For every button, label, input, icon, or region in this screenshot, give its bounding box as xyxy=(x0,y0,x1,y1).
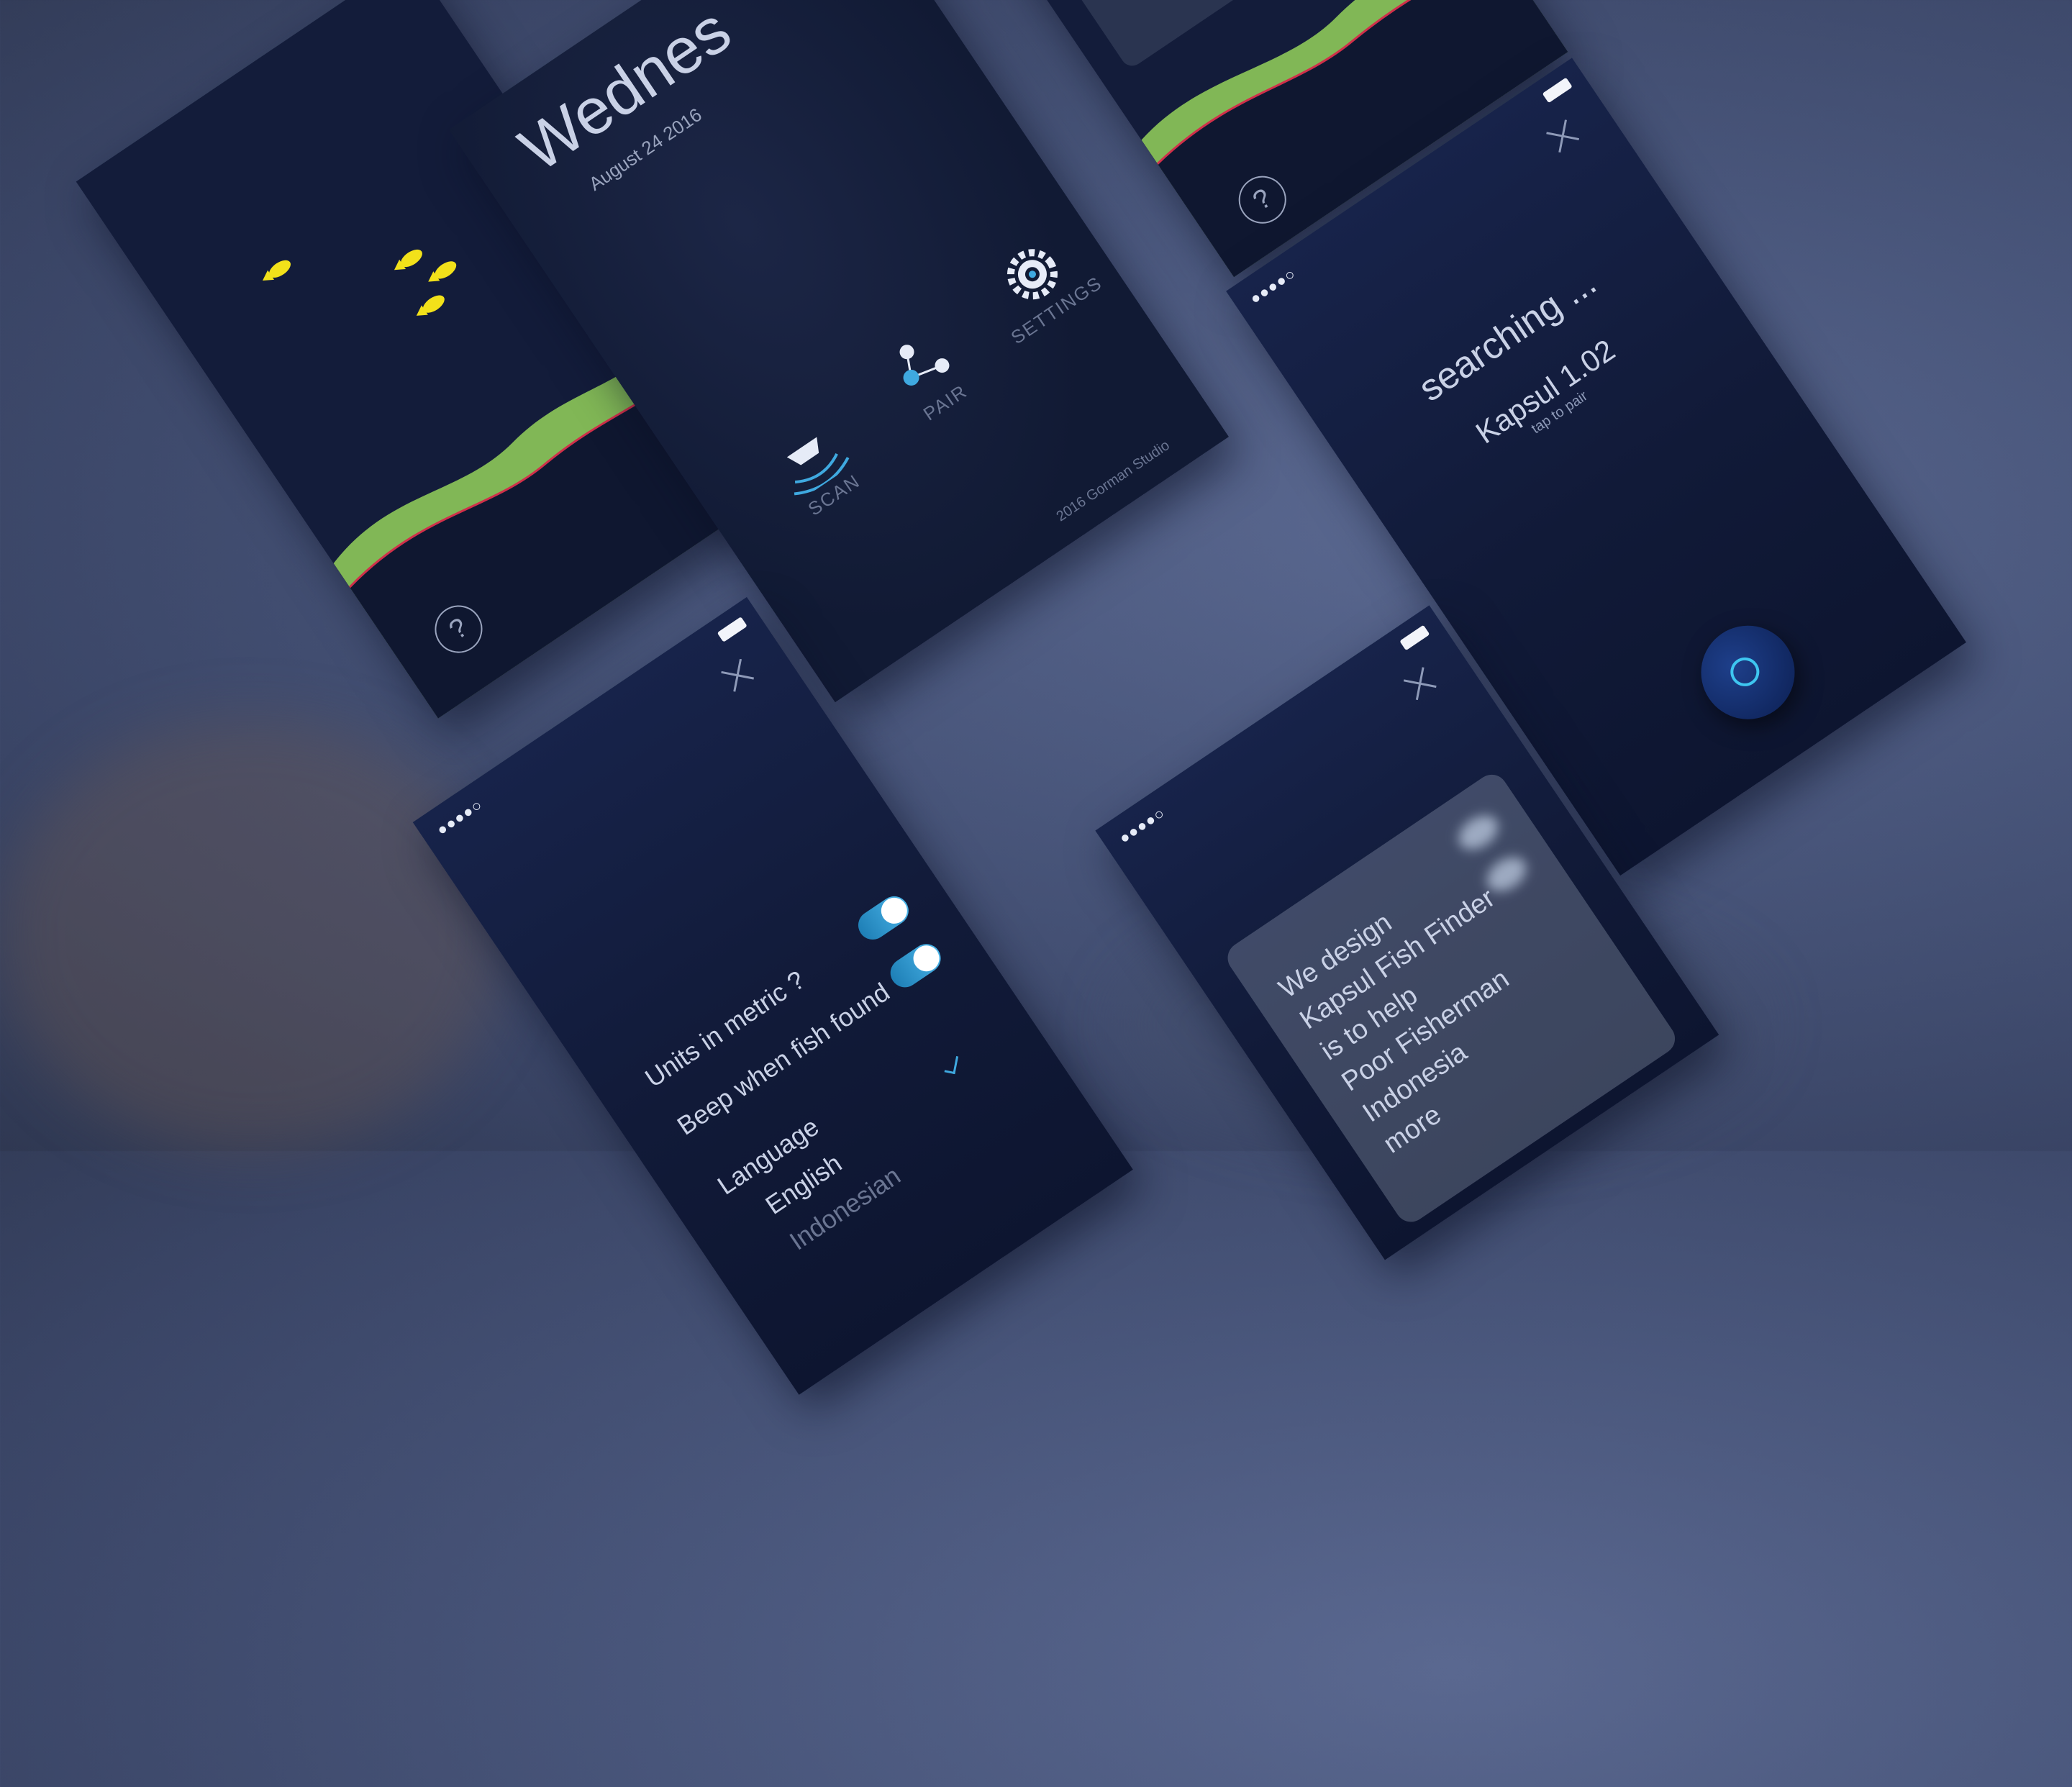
settings-button[interactable]: SETTINGS xyxy=(963,214,1117,356)
scan-button[interactable]: SCAN xyxy=(746,403,889,537)
scan-fab[interactable] xyxy=(1683,607,1813,737)
ring-icon xyxy=(1725,652,1766,692)
close-icon[interactable] xyxy=(1397,660,1443,706)
check-icon xyxy=(944,1054,959,1075)
mockup-stage: ? Wednes August 24 2016 SCAN PAIR SETTIN… xyxy=(0,0,2072,1632)
status-signal: ●●●●○ xyxy=(1246,264,1299,309)
metric-toggle[interactable] xyxy=(853,891,914,945)
blur-dot xyxy=(1452,808,1504,857)
beep-toggle[interactable] xyxy=(884,938,947,993)
close-icon[interactable] xyxy=(1540,113,1586,159)
battery-icon xyxy=(1542,77,1573,104)
battery-icon xyxy=(717,617,748,642)
settings-screen: ●●●●○ Units in metric ? Beep when fish f… xyxy=(412,596,1133,1395)
status-signal: ●●●●○ xyxy=(1115,804,1168,847)
status-signal: ●●●●○ xyxy=(433,795,486,840)
battery-icon xyxy=(1399,624,1430,651)
home-footer: 2016 Gorman Studio xyxy=(1053,437,1173,525)
close-icon[interactable] xyxy=(715,652,761,698)
pair-button[interactable]: PAIR xyxy=(858,311,1000,445)
